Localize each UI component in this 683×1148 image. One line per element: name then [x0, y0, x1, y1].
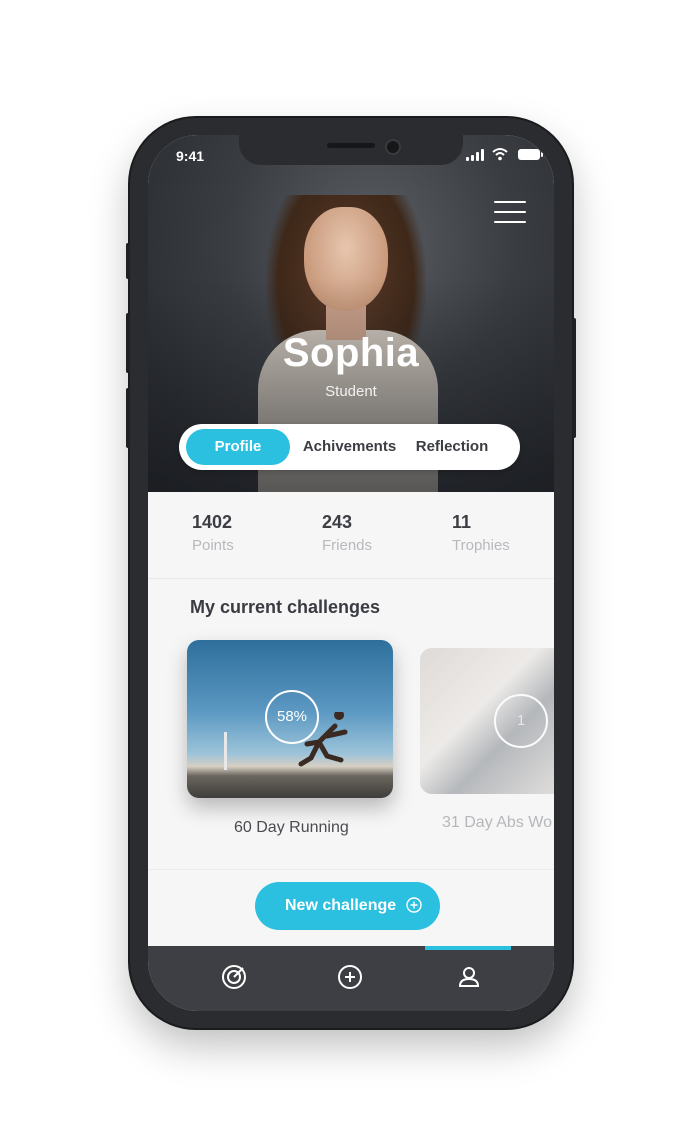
volume-down-button	[126, 388, 130, 448]
challenge-label: 60 Day Running	[234, 819, 349, 836]
user-icon[interactable]	[456, 964, 482, 990]
stat-friends: 243 Friends	[322, 512, 372, 554]
battery-icon	[518, 149, 543, 160]
challenge-card[interactable]: 1	[420, 648, 554, 794]
stats-row: 1402 Points 243 Friends 11 Trophies	[148, 492, 554, 579]
progress-ring: 58%	[265, 690, 319, 744]
plus-circle-icon[interactable]	[337, 964, 363, 990]
wifi-icon	[492, 148, 508, 161]
profile-name: Sophia	[282, 331, 420, 375]
speaker	[327, 143, 375, 148]
power-button	[572, 318, 576, 438]
plus-circle-icon	[406, 897, 422, 913]
challenge-card[interactable]: 58%	[187, 640, 393, 798]
profile-tabs: Profile Achivements Reflection	[179, 424, 520, 470]
active-tab-indicator	[425, 946, 511, 950]
pole-image	[224, 732, 227, 770]
stat-trophies-label: Trophies	[452, 537, 510, 554]
tab-profile[interactable]: Profile	[186, 429, 290, 465]
notch	[239, 135, 463, 165]
stat-trophies-value: 11	[452, 512, 472, 532]
phone-frame: Sophia Student Profile Achivements Refle…	[126, 118, 576, 1028]
profile-hero: Sophia Student Profile Achivements Refle…	[148, 135, 554, 492]
challenge-label: 31 Day Abs Wo	[442, 814, 552, 831]
app-screen: Sophia Student Profile Achivements Refle…	[148, 135, 554, 1011]
profile-role: Student	[325, 383, 377, 400]
progress-ring: 1	[494, 694, 548, 748]
tab-reflection[interactable]: Reflection	[407, 429, 497, 465]
mute-switch	[126, 243, 130, 279]
target-icon[interactable]	[221, 964, 247, 990]
stat-friends-label: Friends	[322, 537, 373, 554]
volume-up-button	[126, 313, 130, 373]
new-challenge-label: New challenge	[285, 897, 397, 914]
tab-achievements[interactable]: Achivements	[297, 429, 402, 465]
stat-points-label: Points	[192, 537, 234, 554]
stat-points: 1402 Points	[192, 512, 234, 554]
front-camera	[385, 139, 401, 155]
hamburger-menu-icon[interactable]	[494, 201, 526, 225]
divider	[148, 869, 554, 870]
status-time: 9:41	[176, 148, 205, 164]
challenges-heading: My current challenges	[190, 597, 381, 617]
stat-friends-value: 243	[322, 512, 353, 532]
stat-points-value: 1402	[192, 512, 233, 532]
signal-icon	[466, 149, 486, 161]
new-challenge-button[interactable]: New challenge	[255, 882, 440, 930]
stat-trophies: 11 Trophies	[452, 512, 510, 554]
